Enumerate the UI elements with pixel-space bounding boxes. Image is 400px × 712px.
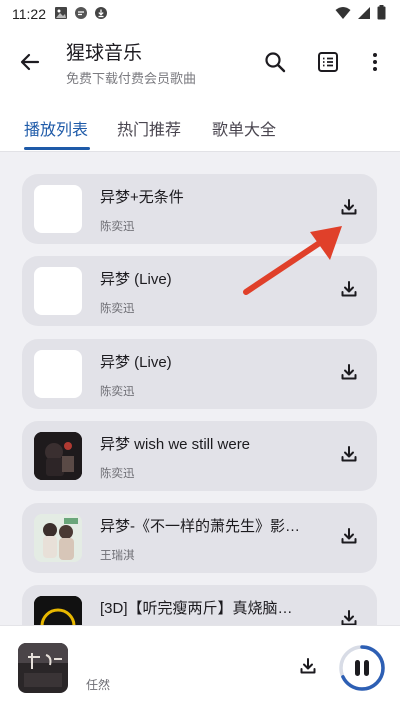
download-icon [339,279,359,303]
song-title: 异梦 (Live) [100,271,172,288]
song-title: 异梦-《不一样的萧先生》影… [100,518,300,535]
song-card[interactable]: 异梦 wish we still were 陈奕迅 [22,421,377,491]
song-title: 异梦 (Live) [100,354,172,371]
tab-playlist[interactable]: 播放列表 [24,116,88,140]
mini-player[interactable]: 任然 [0,625,400,712]
player-download-button[interactable] [296,656,320,680]
download-icon [339,197,359,221]
wifi-icon [335,5,351,24]
tab-song-lists[interactable]: 歌单大全 [212,116,276,140]
download-icon [339,444,359,468]
tab-hot-recommend[interactable]: 热门推荐 [117,116,181,140]
song-title: 异梦 wish we still were [100,436,251,453]
download-button[interactable] [337,526,361,550]
download-status-icon [94,5,108,24]
search-icon [264,51,286,77]
download-icon [339,608,359,625]
song-card[interactable]: 异梦-《不一样的萧先生》影… 王瑞淇 [22,503,377,573]
song-card[interactable]: 异梦 (Live) 陈奕迅 [22,339,377,409]
status-time: 11:22 [12,6,46,22]
song-card[interactable]: [3D]【听完瘦两斤】真烧脑… [22,585,377,625]
song-cover [34,596,82,625]
playlist-view-button[interactable] [312,48,344,80]
player-artist: 任然 [86,678,111,692]
download-button[interactable] [337,197,361,221]
song-title: [3D]【听完瘦两斤】真烧脑… [100,600,293,617]
player-album-art[interactable] [18,643,68,693]
song-cover [34,185,82,233]
song-artist: 陈奕迅 [100,221,135,233]
song-artist: 陈奕迅 [100,468,135,480]
song-card[interactable]: 异梦+无条件 陈奕迅 [22,174,377,244]
tab-bar: 播放列表 热门推荐 歌单大全 [0,98,400,152]
pause-icon [353,659,371,677]
download-button[interactable] [337,362,361,386]
download-button[interactable] [337,279,361,303]
download-button[interactable] [337,608,361,625]
app-subtitle: 免费下载付费会员歌曲 [66,71,197,86]
song-cover [34,350,82,398]
gallery-icon [54,5,68,24]
download-icon [339,362,359,386]
chat-icon [74,5,88,24]
app-header: 猩球音乐 免费下载付费会员歌曲 [0,28,400,98]
song-artist: 陈奕迅 [100,303,135,315]
song-cover [34,514,82,562]
back-button[interactable] [14,48,46,80]
tab-indicator [24,147,90,150]
status-bar: 11:22 [0,0,400,28]
song-card[interactable]: 异梦 (Live) 陈奕迅 [22,256,377,326]
more-options-button[interactable] [359,48,391,80]
download-button[interactable] [337,444,361,468]
more-vert-icon [372,52,378,76]
list-icon [317,51,339,77]
battery-icon [377,4,386,24]
back-arrow-icon [19,51,41,77]
song-cover [34,267,82,315]
signal-icon [357,5,371,24]
download-icon [298,656,318,680]
app-title: 猩球音乐 [66,43,143,64]
song-title: 异梦+无条件 [100,189,184,206]
play-pause-button[interactable] [337,643,387,693]
search-button[interactable] [259,48,291,80]
song-artist: 陈奕迅 [100,386,135,398]
download-icon [339,526,359,550]
song-list[interactable]: 异梦+无条件 陈奕迅 异梦 (Live) 陈奕迅 异梦 (Live) 陈奕迅 异… [0,153,400,625]
song-artist: 王瑞淇 [100,550,135,562]
song-cover [34,432,82,480]
